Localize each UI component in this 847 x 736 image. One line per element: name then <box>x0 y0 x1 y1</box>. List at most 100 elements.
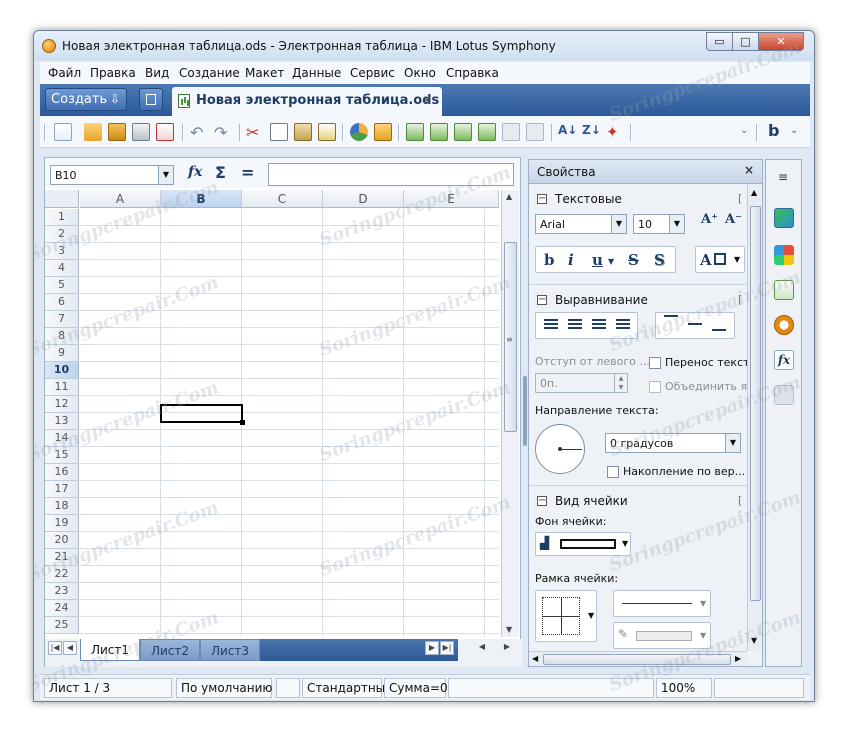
last-sheet-icon[interactable]: ▶| <box>440 641 454 655</box>
row-header[interactable]: 24 <box>45 600 79 617</box>
menu-layout[interactable]: Макет <box>245 66 284 80</box>
sort-ascending-icon[interactable]: A↓ <box>558 123 577 141</box>
underline-icon[interactable]: u <box>592 251 603 269</box>
menu-help[interactable]: Справка <box>446 66 499 80</box>
properties-scroll-thumb[interactable] <box>750 206 761 601</box>
section-alignment[interactable]: − Выравнивание [ <box>529 291 747 311</box>
align-top-icon[interactable] <box>664 315 678 329</box>
row-header[interactable]: 21 <box>45 549 79 566</box>
image-icon[interactable] <box>374 123 392 141</box>
sum-icon[interactable]: Σ <box>215 163 226 182</box>
section-text[interactable]: − Текстовые [ <box>529 190 747 210</box>
row-header[interactable]: 14 <box>45 430 79 447</box>
row-header[interactable]: 12 <box>45 396 79 413</box>
select-all-corner[interactable] <box>45 190 79 208</box>
properties-cube-icon[interactable] <box>774 208 794 228</box>
save-icon[interactable] <box>108 123 126 141</box>
close-icon[interactable]: × <box>744 163 754 177</box>
name-box[interactable]: B10 ▼ <box>50 165 174 185</box>
menu-window[interactable]: Окно <box>404 66 436 80</box>
properties-hscroll-thumb[interactable] <box>543 654 731 665</box>
scroll-up-icon[interactable]: ▲ <box>751 188 757 197</box>
shrink-font-icon[interactable]: A⁻ <box>725 212 742 227</box>
sheet-tab-2[interactable]: Лист2 <box>140 639 200 661</box>
scroll-up-icon[interactable]: ▲ <box>506 192 512 201</box>
chevron-down-icon[interactable]: ⌄ <box>790 125 798 136</box>
clip-art-icon[interactable] <box>774 385 794 405</box>
scroll-down-icon[interactable]: ▼ <box>506 625 512 634</box>
merge-cells-checkbox[interactable] <box>649 381 661 393</box>
font-color-icon[interactable]: A <box>700 251 712 269</box>
bold-toolbar-icon[interactable]: b <box>768 121 779 140</box>
tab-document[interactable]: Новая электронная таблица.ods × <box>172 87 442 116</box>
chevron-down-icon[interactable]: ▼ <box>734 255 740 264</box>
active-cell-b10[interactable] <box>160 404 245 425</box>
status-zoom[interactable]: 100% <box>656 678 712 698</box>
delete-cells-icon[interactable] <box>478 123 496 141</box>
vertical-scrollbar[interactable]: ▲ ≡ ▼ <box>501 190 519 637</box>
status-page-style[interactable]: По умолчанию <box>176 678 273 698</box>
section-options-icon[interactable]: [ <box>738 494 742 507</box>
create-button[interactable]: Создать ⇩ <box>45 88 127 111</box>
functions-icon[interactable]: fx <box>774 350 794 370</box>
row-header[interactable]: 4 <box>45 260 79 277</box>
menu-view[interactable]: Вид <box>145 66 169 80</box>
row-header[interactable]: 15 <box>45 447 79 464</box>
filter-wand-icon[interactable]: ✦ <box>606 123 624 141</box>
status-selection-mode[interactable]: Стандартный <box>302 678 393 698</box>
font-size-select[interactable]: 10 ▼ <box>633 214 685 234</box>
row-header[interactable]: 5 <box>45 277 79 294</box>
chevron-down-icon[interactable]: ▼ <box>588 611 594 620</box>
row-header[interactable]: 22 <box>45 566 79 583</box>
row-header[interactable]: 2 <box>45 226 79 243</box>
row-header[interactable]: 1 <box>45 209 79 226</box>
scroll-right-icon[interactable]: ▶ <box>735 654 741 663</box>
row-header[interactable]: 13 <box>45 413 79 430</box>
align-bottom-icon[interactable] <box>712 329 726 343</box>
column-header-d[interactable]: D <box>323 190 404 208</box>
row-header[interactable]: 10 <box>45 362 79 379</box>
chevron-down-icon[interactable]: ▼ <box>669 215 684 233</box>
row-header[interactable]: 25 <box>45 617 79 634</box>
maximize-button[interactable]: □ <box>732 32 759 51</box>
status-zoom-slider[interactable] <box>714 678 804 698</box>
print-icon[interactable] <box>132 123 150 141</box>
redo-icon[interactable]: ↷ <box>214 123 232 142</box>
scroll-left-icon[interactable]: ◀ <box>475 641 489 655</box>
gallery-icon[interactable] <box>774 280 794 300</box>
column-header-c[interactable]: C <box>242 190 323 208</box>
section-cell-appearance[interactable]: − Вид ячейки [ <box>529 492 747 512</box>
row-header[interactable]: 7 <box>45 311 79 328</box>
fill-handle[interactable] <box>240 420 245 425</box>
wrap-text-checkbox[interactable] <box>649 357 661 369</box>
grow-font-icon[interactable]: A⁺ <box>701 212 718 227</box>
new-document-icon[interactable] <box>54 123 72 141</box>
section-options-icon[interactable]: [ <box>738 192 742 205</box>
row-header[interactable]: 23 <box>45 583 79 600</box>
chevron-down-icon[interactable]: ⌄ <box>740 125 748 136</box>
chevron-down-icon[interactable]: ▼ <box>611 215 626 233</box>
row-header[interactable]: 3 <box>45 243 79 260</box>
align-middle-icon[interactable] <box>688 323 702 337</box>
menu-file[interactable]: Файл <box>48 66 81 80</box>
first-sheet-icon[interactable]: |◀ <box>48 641 62 655</box>
navigator-compass-icon[interactable] <box>774 315 794 335</box>
chevron-down-icon[interactable]: ▼ <box>725 434 740 452</box>
align-center-icon[interactable] <box>568 319 582 333</box>
align-left-icon[interactable] <box>544 319 558 333</box>
panel-splitter[interactable] <box>523 376 527 446</box>
tab-close-icon[interactable]: × <box>422 93 432 107</box>
italic-icon[interactable]: i <box>568 251 574 269</box>
copy-icon[interactable] <box>270 123 288 141</box>
menu-tools[interactable]: Сервис <box>350 66 395 80</box>
pdf-export-icon[interactable] <box>156 123 174 141</box>
row-header[interactable]: 9 <box>45 345 79 362</box>
menu-data[interactable]: Данные <box>292 66 341 80</box>
chevron-down-icon[interactable]: ▼ <box>700 631 706 640</box>
align-justify-icon[interactable] <box>616 319 630 333</box>
menu-edit[interactable]: Правка <box>90 66 136 80</box>
line-style-picker[interactable]: ▼ <box>613 590 711 617</box>
format-paintbrush-icon[interactable] <box>318 123 336 141</box>
close-button[interactable]: ✕ <box>758 32 804 51</box>
row-header[interactable]: 20 <box>45 532 79 549</box>
